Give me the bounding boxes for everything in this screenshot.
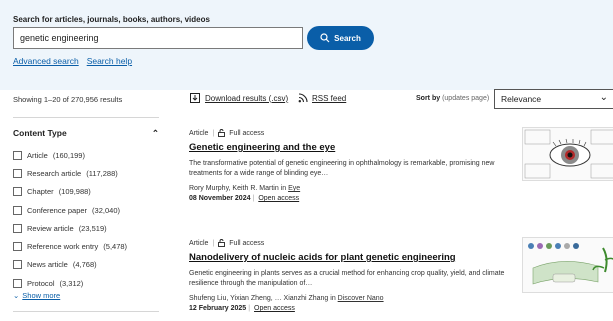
- separator: |: [212, 129, 215, 137]
- publication-date: 08 November 2024: [189, 195, 251, 202]
- search-field-wrapper[interactable]: [13, 27, 303, 49]
- result-authors: Shufeng Liu, Yixian Zheng, … Xianzhi Zha…: [189, 295, 519, 302]
- sort-value: Relevance: [501, 94, 542, 104]
- advanced-search-link[interactable]: Advanced search: [13, 56, 79, 66]
- facet-label: Article: [27, 150, 48, 160]
- facet-item-news-article[interactable]: News article (4,768): [13, 256, 127, 274]
- sort-by-text: Sort by: [416, 95, 441, 102]
- checkbox[interactable]: [13, 150, 22, 160]
- facet-item-conference-paper[interactable]: Conference paper (32,040): [13, 201, 127, 219]
- search-icon: [320, 33, 330, 43]
- facet-item-reference-work-entry[interactable]: Reference work entry (5,478): [13, 237, 127, 255]
- result-item: Article | Full access Genetic engineerin…: [189, 129, 519, 202]
- facet-count: (32,040): [92, 205, 120, 215]
- download-icon: [190, 93, 200, 103]
- result-item: Article | Full access Nanodelivery of nu…: [189, 239, 519, 312]
- unlock-icon: [218, 129, 226, 137]
- facet-count: (5,478): [103, 242, 128, 252]
- facet-count: (160,199): [52, 150, 85, 160]
- open-access-link[interactable]: Open access: [254, 305, 295, 312]
- chevron-up-icon: ⌃: [151, 128, 159, 138]
- checkbox[interactable]: [13, 278, 22, 288]
- facet-label: Research article: [27, 168, 82, 178]
- search-help-link[interactable]: Search help: [87, 56, 132, 66]
- chevron-down-icon: ⌄: [13, 291, 20, 300]
- checkbox[interactable]: [13, 242, 22, 252]
- facet-item-chapter[interactable]: Chapter (109,988): [13, 183, 127, 201]
- search-button-label: Search: [334, 33, 361, 43]
- search-input[interactable]: [14, 28, 302, 48]
- access-label: Full access: [229, 129, 265, 137]
- facet-count: (3,312): [59, 278, 84, 288]
- result-authors: Rory Murphy, Keith R. Martin in Eye: [189, 185, 519, 192]
- results-count: Showing 1–20 of 270,956 results: [13, 95, 123, 104]
- download-results-link[interactable]: Download results (.csv): [190, 93, 288, 103]
- facet-label: Conference paper: [27, 205, 88, 215]
- result-type: Article: [189, 129, 209, 137]
- facet-item-review-article[interactable]: Review article (23,519): [13, 219, 127, 237]
- result-thumbnail-plant[interactable]: [522, 237, 613, 293]
- sort-select[interactable]: Relevance ⌄: [494, 89, 613, 109]
- separator: |: [248, 305, 251, 312]
- eye-diagram-image: [524, 129, 613, 179]
- separator: |: [212, 239, 215, 247]
- result-date-row: 12 February 2025 | Open access: [189, 305, 519, 312]
- checkbox[interactable]: [13, 187, 22, 197]
- sort-note: (updates page): [442, 95, 490, 102]
- result-title-link[interactable]: Nanodelivery of nucleic acids for plant …: [189, 252, 519, 263]
- facet-label: Chapter: [27, 187, 54, 197]
- facet-count: (23,519): [78, 223, 107, 233]
- facet-title: Content Type: [13, 128, 67, 138]
- search-banner: Search for articles, journals, books, au…: [0, 0, 613, 90]
- authors-text: Rory Murphy, Keith R. Martin in: [189, 185, 289, 192]
- search-label: Search for articles, journals, books, au…: [13, 15, 210, 24]
- checkbox[interactable]: [13, 205, 22, 215]
- plant-nanodelivery-image: [528, 243, 613, 285]
- show-more-label: Show more: [22, 291, 61, 300]
- result-type: Article: [189, 239, 209, 247]
- separator: |: [252, 195, 255, 202]
- checkbox[interactable]: [13, 168, 22, 178]
- facet-list: Article (160,199) Research article (117,…: [13, 146, 127, 292]
- journal-link[interactable]: Eye: [288, 185, 300, 192]
- facet-item-protocol[interactable]: Protocol (3,312): [13, 274, 127, 292]
- search-button[interactable]: Search: [307, 26, 374, 50]
- facet-item-article[interactable]: Article (160,199): [13, 146, 127, 164]
- result-description: The transformative potential of genetic …: [189, 160, 495, 177]
- result-title-link[interactable]: Genetic engineering and the eye: [189, 142, 519, 153]
- open-access-link[interactable]: Open access: [258, 195, 299, 202]
- result-description: Genetic engineering in plants serves as …: [189, 270, 505, 287]
- divider: [13, 311, 159, 312]
- facet-label: Review article: [27, 223, 74, 233]
- rss-icon: [298, 93, 308, 103]
- unlock-icon: [218, 239, 226, 247]
- chevron-down-icon: ⌄: [599, 92, 608, 103]
- rss-feed-link[interactable]: RSS feed: [298, 93, 346, 103]
- facet-label: Reference work entry: [27, 242, 99, 252]
- sort-label: Sort by (updates page): [416, 95, 489, 102]
- facet-count: (109,988): [58, 187, 91, 197]
- divider: [13, 117, 159, 118]
- facet-count: (4,768): [72, 260, 97, 270]
- result-date-row: 08 November 2024 | Open access: [189, 195, 519, 202]
- journal-link[interactable]: Discover Nano: [338, 295, 384, 302]
- access-label: Full access: [229, 239, 265, 247]
- show-more-link[interactable]: ⌄ Show more: [13, 291, 60, 300]
- facet-count: (117,288): [86, 168, 118, 178]
- content-type-facet-header[interactable]: Content Type ⌃: [13, 128, 159, 139]
- facet-item-research-article[interactable]: Research article (117,288): [13, 164, 127, 182]
- result-thumbnail-eye[interactable]: [522, 127, 613, 181]
- authors-text: Shufeng Liu, Yixian Zheng, … Xianzhi Zha…: [189, 295, 338, 302]
- rss-label: RSS feed: [312, 93, 347, 103]
- checkbox[interactable]: [13, 260, 22, 270]
- facet-label: Protocol: [27, 278, 55, 288]
- checkbox[interactable]: [13, 223, 22, 233]
- publication-date: 12 February 2025: [189, 305, 247, 312]
- download-label: Download results (.csv): [205, 93, 289, 103]
- facet-label: News article: [27, 260, 68, 270]
